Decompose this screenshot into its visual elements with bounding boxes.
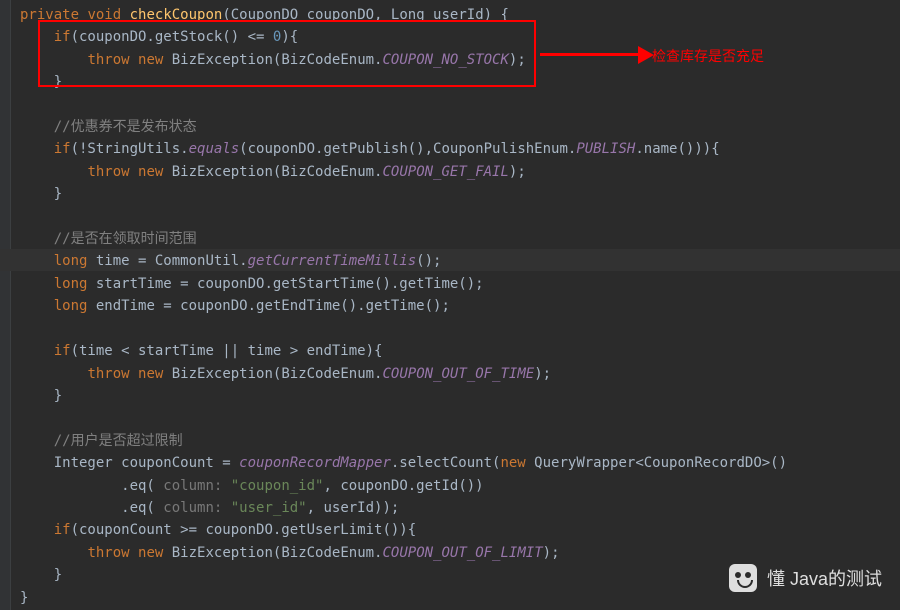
- code-line: }: [20, 590, 28, 606]
- code-line: }: [20, 567, 62, 583]
- code-line: }: [20, 186, 62, 202]
- code-line: throw new BizException(BizCodeEnum.COUPO…: [20, 366, 551, 382]
- code-line: throw new BizException(BizCodeEnum.COUPO…: [20, 545, 560, 561]
- code-editor: private void checkCoupon(CouponDO coupon…: [0, 0, 900, 609]
- code-line: //优惠券不是发布状态: [20, 119, 197, 135]
- code-line: }: [20, 388, 62, 404]
- code-line: .eq( column: "coupon_id", couponDO.getId…: [20, 478, 484, 494]
- code-line: if(couponCount >= couponDO.getUserLimit(…: [20, 522, 416, 538]
- watermark: 懂 Java的测试: [729, 564, 882, 592]
- highlight-rectangle: [38, 20, 536, 87]
- code-line: long time = CommonUtil.getCurrentTimeMil…: [20, 253, 441, 269]
- annotation-arrow: [540, 46, 660, 64]
- code-line: Integer couponCount = couponRecordMapper…: [20, 455, 787, 471]
- code-line: if(time < startTime || time > endTime){: [20, 343, 382, 359]
- code-line: .eq( column: "user_id", userId));: [20, 500, 399, 516]
- code-line: long startTime = couponDO.getStartTime()…: [20, 276, 484, 292]
- code-line: //是否在领取时间范围: [20, 231, 197, 247]
- wechat-icon: [729, 564, 757, 592]
- code-line: //用户是否超过限制: [20, 433, 183, 449]
- annotation-text: 检查库存是否充足: [652, 46, 764, 66]
- watermark-text: 懂 Java的测试: [767, 565, 882, 591]
- code-line: if(!StringUtils.equals(couponDO.getPubli…: [20, 141, 720, 157]
- code-line: long endTime = couponDO.getEndTime().get…: [20, 298, 450, 314]
- code-line: throw new BizException(BizCodeEnum.COUPO…: [20, 164, 526, 180]
